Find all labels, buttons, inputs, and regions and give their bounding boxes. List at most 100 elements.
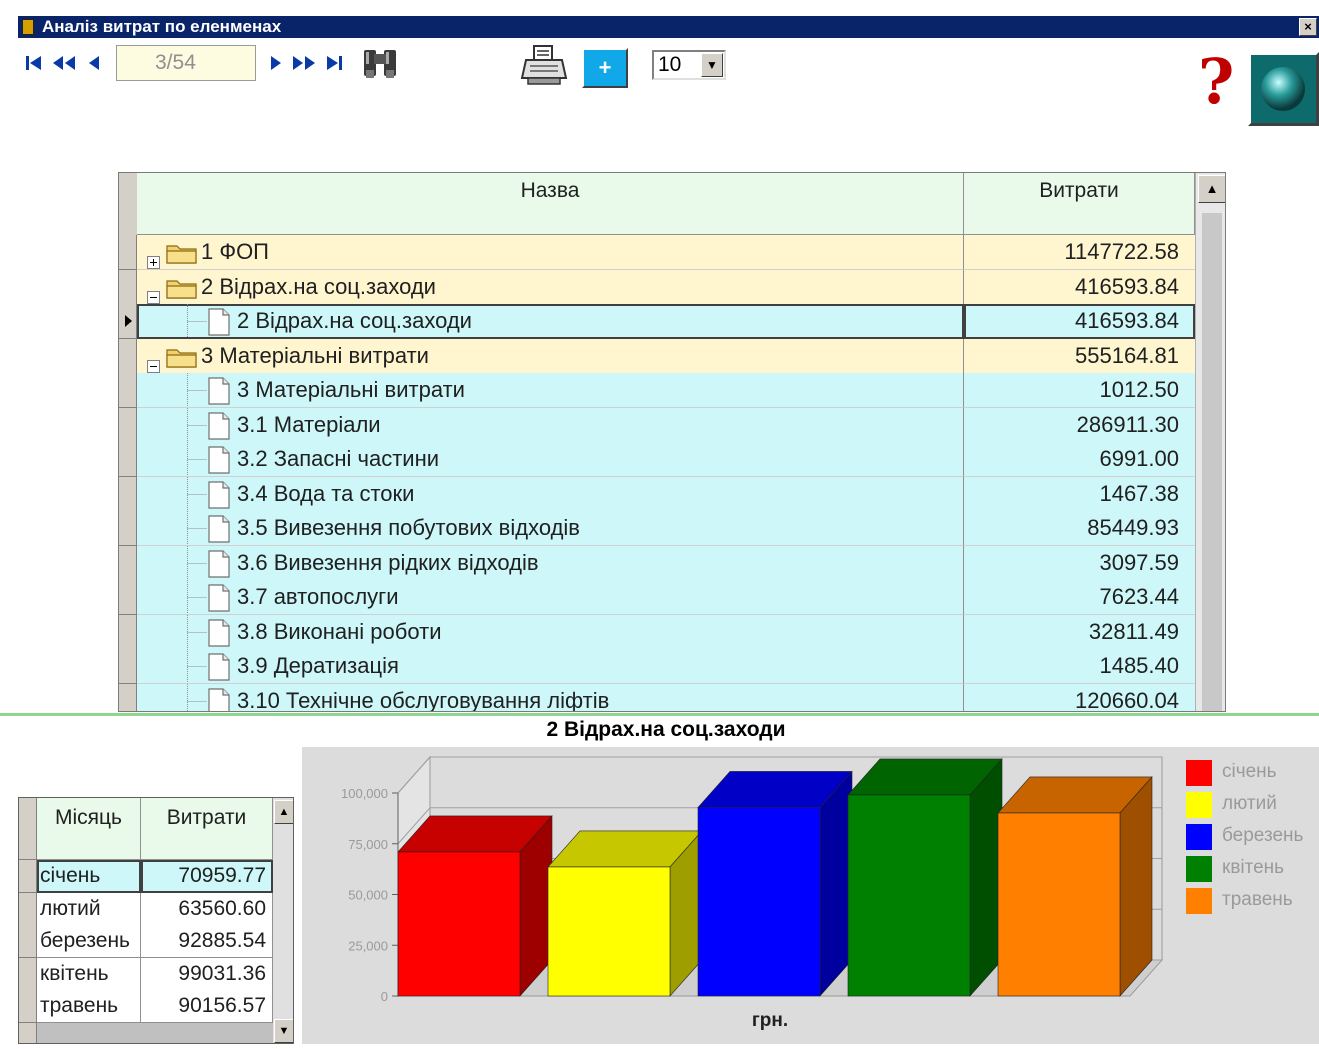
- row-indicator[interactable]: [119, 407, 137, 443]
- cost-value-cell[interactable]: 555164.81: [964, 339, 1195, 374]
- row-indicator[interactable]: [119, 304, 137, 339]
- chevron-down-icon[interactable]: ▼: [701, 53, 723, 77]
- row-indicator[interactable]: [19, 957, 37, 991]
- row-indicator[interactable]: [119, 649, 137, 684]
- cost-value-cell[interactable]: 1485.40: [964, 649, 1195, 684]
- row-indicator[interactable]: [19, 990, 37, 1024]
- close-button[interactable]: ×: [1299, 18, 1317, 36]
- tree-leaf-row[interactable]: 2 Відрах.на соц.заходи 416593.84: [137, 304, 1195, 339]
- last-record-icon[interactable]: [322, 50, 346, 76]
- expand-icon[interactable]: [147, 245, 160, 269]
- cost-value-cell[interactable]: 1147722.58: [964, 235, 1195, 270]
- monthly-vertical-scrollbar[interactable]: ▲ ▼: [273, 798, 293, 1043]
- cost-item-name-cell[interactable]: 3 Матеріальні витрати: [137, 373, 964, 408]
- row-indicator[interactable]: [119, 235, 137, 270]
- tree-leaf-row[interactable]: 3.10 Технічне обслуговування ліфтів 12066…: [137, 683, 1195, 711]
- horizontal-splitter[interactable]: [0, 713, 1319, 716]
- month-cell[interactable]: лютий: [37, 892, 141, 926]
- row-indicator[interactable]: [119, 683, 137, 711]
- cost-item-name-cell[interactable]: 2 Відрах.на соц.заходи: [137, 269, 964, 305]
- column-header-cost[interactable]: Витрати: [964, 173, 1195, 235]
- row-indicator[interactable]: [119, 442, 137, 477]
- collapse-icon[interactable]: [147, 349, 160, 373]
- month-cell[interactable]: квітень: [37, 957, 141, 991]
- tree-leaf-row[interactable]: 3.7 автопослуги 7623.44: [137, 580, 1195, 615]
- scroll-down-icon[interactable]: ▼: [274, 1019, 293, 1043]
- column-header-monthly-cost[interactable]: Витрати: [141, 798, 273, 860]
- monthly-cost-cell[interactable]: 99031.36: [141, 957, 273, 991]
- row-indicator[interactable]: [119, 614, 137, 650]
- cost-value-cell[interactable]: 7623.44: [964, 580, 1195, 615]
- monthly-row[interactable]: квітень 99031.36: [37, 957, 273, 991]
- tree-leaf-row[interactable]: 3.1 Матеріали 286911.30: [137, 407, 1195, 443]
- row-indicator[interactable]: [119, 373, 137, 408]
- grid-vertical-scrollbar[interactable]: ▲: [1195, 173, 1225, 711]
- cost-value-cell[interactable]: 32811.49: [964, 615, 1195, 650]
- next-page-icon[interactable]: [290, 50, 318, 76]
- row-indicator[interactable]: [119, 476, 137, 512]
- cost-value-cell[interactable]: 416593.84: [964, 270, 1195, 305]
- previous-page-icon[interactable]: [50, 50, 78, 76]
- cost-value-cell[interactable]: 1012.50: [964, 373, 1195, 408]
- month-cell[interactable]: березень: [37, 925, 141, 959]
- cost-item-name-cell[interactable]: 3.2 Запасні частини: [137, 442, 964, 477]
- tree-folder-row[interactable]: 3 Матеріальні витрати 555164.81: [137, 338, 1195, 374]
- monthly-cost-cell[interactable]: 70959.77: [141, 860, 273, 893]
- row-indicator[interactable]: [119, 511, 137, 546]
- row-indicator[interactable]: [119, 545, 137, 581]
- add-button[interactable]: +: [582, 48, 628, 88]
- cost-item-name-cell[interactable]: 3.8 Виконані роботи: [137, 614, 964, 650]
- printer-icon[interactable]: [520, 44, 568, 93]
- cost-value-cell[interactable]: 1467.38: [964, 477, 1195, 512]
- tree-leaf-row[interactable]: 3.2 Запасні частини 6991.00: [137, 442, 1195, 477]
- previous-record-icon[interactable]: [84, 50, 104, 76]
- row-indicator[interactable]: [19, 860, 37, 893]
- row-indicator[interactable]: [119, 269, 137, 305]
- cost-item-name-cell[interactable]: 3.4 Вода та стоки: [137, 476, 964, 512]
- tree-leaf-row[interactable]: 3.5 Вивезення побутових відходів 85449.93: [137, 511, 1195, 546]
- column-header-name[interactable]: Назва: [137, 173, 964, 235]
- monthly-cost-cell[interactable]: 63560.60: [141, 892, 273, 926]
- cost-value-cell[interactable]: 416593.84: [964, 304, 1195, 339]
- monthly-cost-cell[interactable]: 92885.54: [141, 925, 273, 959]
- cost-item-name-cell[interactable]: 2 Відрах.на соц.заходи: [137, 304, 964, 339]
- cost-item-name-cell[interactable]: 3.5 Вивезення побутових відходів: [137, 511, 964, 546]
- first-record-icon[interactable]: [22, 50, 46, 76]
- tree-leaf-row[interactable]: 3.6 Вивезення рідких відходів 3097.59: [137, 545, 1195, 581]
- monthly-cost-cell[interactable]: 90156.57: [141, 990, 273, 1024]
- collapse-icon[interactable]: [147, 280, 160, 304]
- row-indicator[interactable]: [119, 338, 137, 374]
- cost-value-cell[interactable]: 286911.30: [964, 408, 1195, 443]
- page-size-select[interactable]: 10 ▼: [652, 50, 726, 80]
- cost-item-name-cell[interactable]: 3.10 Технічне обслуговування ліфтів: [137, 683, 964, 711]
- column-header-month[interactable]: Місяць: [37, 798, 141, 860]
- scroll-up-icon[interactable]: ▲: [274, 800, 293, 824]
- cost-value-cell[interactable]: 3097.59: [964, 546, 1195, 581]
- tree-leaf-row[interactable]: 3.8 Виконані роботи 32811.49: [137, 614, 1195, 650]
- row-indicator[interactable]: [19, 925, 37, 959]
- run-button[interactable]: [1248, 52, 1319, 126]
- scroll-up-icon[interactable]: ▲: [1198, 175, 1225, 203]
- row-indicator[interactable]: [19, 892, 37, 926]
- cost-value-cell[interactable]: 6991.00: [964, 442, 1195, 477]
- tree-folder-row[interactable]: 1 ФОП 1147722.58: [137, 235, 1195, 270]
- cost-item-name-cell[interactable]: 3.6 Вивезення рідких відходів: [137, 545, 964, 581]
- cost-value-cell[interactable]: 85449.93: [964, 511, 1195, 546]
- record-position-input[interactable]: 3/54: [116, 45, 256, 81]
- binoculars-search-icon[interactable]: [360, 44, 400, 89]
- help-icon[interactable]: ?: [1198, 50, 1234, 114]
- month-cell[interactable]: січень: [37, 860, 141, 893]
- cost-item-name-cell[interactable]: 3 Матеріальні витрати: [137, 338, 964, 374]
- monthly-row[interactable]: лютий 63560.60: [37, 892, 273, 926]
- cost-item-name-cell[interactable]: 1 ФОП: [137, 235, 964, 270]
- scroll-track[interactable]: [1202, 213, 1222, 711]
- row-indicator[interactable]: [119, 580, 137, 615]
- monthly-row[interactable]: травень 90156.57: [37, 990, 273, 1024]
- next-record-icon[interactable]: [266, 50, 286, 76]
- tree-folder-row[interactable]: 2 Відрах.на соц.заходи 416593.84: [137, 269, 1195, 305]
- monthly-row[interactable]: березень 92885.54: [37, 925, 273, 959]
- tree-leaf-row[interactable]: 3.4 Вода та стоки 1467.38: [137, 476, 1195, 512]
- cost-item-name-cell[interactable]: 3.1 Матеріали: [137, 407, 964, 443]
- cost-item-name-cell[interactable]: 3.7 автопослуги: [137, 580, 964, 615]
- cost-item-name-cell[interactable]: 3.9 Дератизація: [137, 649, 964, 684]
